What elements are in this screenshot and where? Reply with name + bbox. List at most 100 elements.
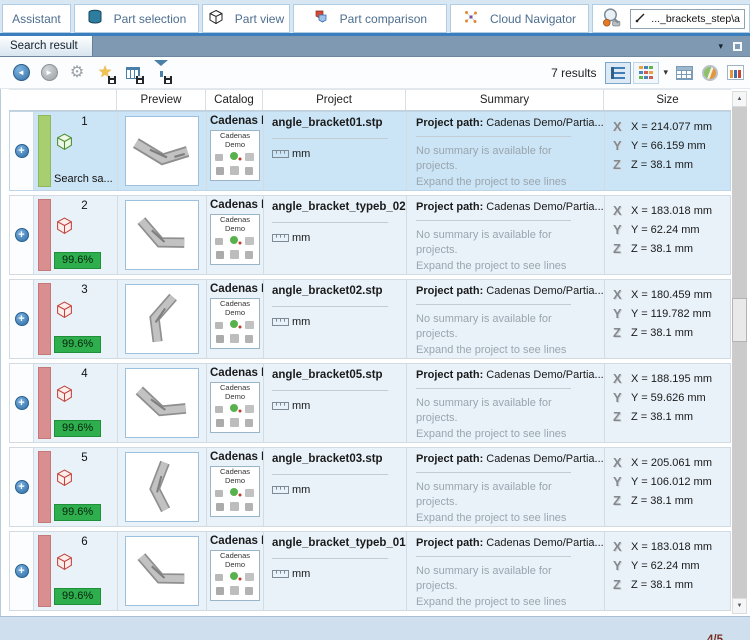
project-path-label: Project path: — [416, 537, 483, 549]
project-cell: angle_bracket01.stp mm — [264, 112, 407, 190]
catalog-parts-collage — [213, 234, 257, 262]
preview-cell — [118, 280, 207, 358]
back-arrow-icon: ◄ — [13, 64, 30, 81]
catalog-thumbnail[interactable]: Cadenas Demo — [210, 298, 260, 349]
catalog-thumbnail-label: Cadenas Demo — [215, 132, 255, 149]
geometric-search-icon — [601, 7, 622, 31]
divider — [416, 388, 571, 389]
view-options-dropdown-icon[interactable]: ▾ — [663, 67, 668, 78]
ruler-icon — [272, 234, 289, 242]
divider — [416, 556, 571, 557]
tab-part-selection[interactable]: Part selection — [74, 4, 199, 33]
header-size[interactable]: Size — [604, 90, 731, 110]
scrollbar-track[interactable] — [732, 107, 747, 598]
save-filter-button[interactable] — [150, 62, 172, 84]
scroll-up-button[interactable]: ▲ — [732, 91, 747, 107]
part-cube-icon — [56, 385, 115, 406]
header-preview[interactable]: Preview — [117, 90, 206, 110]
catalog-thumbnail[interactable]: Cadenas Demo — [210, 130, 260, 181]
list-view-button[interactable] — [605, 62, 631, 84]
catalog-thumbnail[interactable]: Cadenas Demo — [210, 382, 260, 433]
expand-row-button[interactable]: + — [15, 480, 29, 494]
catalog-cell: Cadenas D Cadenas Demo — [207, 112, 264, 190]
table-view-icon[interactable] — [676, 66, 693, 80]
save-favorite-button[interactable]: ★ — [94, 62, 116, 84]
save-overlay-icon — [164, 76, 172, 84]
match-percentage-badge: 99.6% — [54, 252, 101, 269]
axis-x-icon: X — [613, 204, 627, 217]
table-row[interactable]: + 5 99.6% — [9, 447, 731, 527]
part-preview-image[interactable] — [125, 284, 199, 354]
summary-note: Expand the project to see lines — [416, 595, 595, 610]
export-table-button[interactable] — [122, 62, 144, 84]
project-name: angle_bracket_typeb_02.stp — [272, 201, 398, 213]
part-preview-image[interactable] — [125, 368, 199, 438]
size-cell: XX = 214.077 mm YY = 66.159 mm ZZ = 38.1… — [605, 112, 730, 190]
tab-part-comparison[interactable]: Part comparison — [293, 4, 447, 33]
forward-button[interactable]: ► — [38, 62, 60, 84]
part-cube-icon — [56, 301, 115, 322]
tab-part-view[interactable]: Part view — [202, 4, 290, 33]
summary-note: Expand the project to see lines — [416, 427, 595, 442]
vertical-scrollbar[interactable]: ▲ ▼ — [732, 91, 747, 614]
project-cell: angle_bracket03.stp mm — [264, 448, 407, 526]
expand-row-button[interactable]: + — [15, 564, 29, 578]
tab-search-result[interactable]: Search result — [0, 36, 93, 56]
expand-row-button[interactable]: + — [15, 228, 29, 242]
table-row[interactable]: + 6 99.6% — [9, 531, 731, 611]
cube-icon — [208, 9, 224, 28]
catalog-thumbnail[interactable]: Cadenas Demo — [210, 214, 260, 265]
table-row[interactable]: + 2 99.6% — [9, 195, 731, 275]
gear-icon: ⚙ — [70, 65, 84, 81]
globe-icon[interactable] — [702, 65, 718, 81]
catalog-name: Cadenas D — [210, 367, 262, 379]
titlebar-controls: ▾ — [718, 36, 750, 56]
panel-menu-dropdown-icon[interactable]: ▾ — [718, 42, 723, 51]
table-row[interactable]: + 1 Search sa... — [9, 111, 731, 191]
catalog-thumbnail[interactable]: Cadenas Demo — [210, 466, 260, 517]
settings-button[interactable]: ⚙ — [66, 62, 88, 84]
back-button[interactable]: ◄ — [10, 62, 32, 84]
tab-assistant[interactable]: Assistant — [2, 4, 71, 33]
scroll-down-button[interactable]: ▼ — [732, 598, 747, 614]
search-query-combobox[interactable]: ..._brackets_step\a — [630, 9, 745, 29]
header-project[interactable]: Project — [263, 90, 406, 110]
tab-cloud-navigator[interactable]: Cloud Navigator — [450, 4, 590, 33]
part-preview-image[interactable] — [125, 452, 199, 522]
part-preview-image[interactable] — [125, 536, 199, 606]
scrollbar-thumb[interactable] — [732, 298, 747, 342]
preview-cell — [118, 448, 207, 526]
match-percentage-badge: 99.6% — [54, 588, 101, 605]
preview-cell — [118, 532, 207, 610]
row-index: 4 — [54, 367, 115, 380]
table-row[interactable]: + 4 99.6% — [9, 363, 731, 443]
divider — [272, 222, 388, 223]
table-row[interactable]: + 3 99.6% — [9, 279, 731, 359]
match-bar — [38, 199, 51, 271]
header-summary[interactable]: Summary — [406, 90, 604, 110]
size-z-value: Z = 38.1 mm — [631, 495, 693, 507]
float-window-icon[interactable] — [733, 42, 742, 51]
summary-note: No summary is available for projects. — [416, 312, 595, 343]
statistics-icon[interactable] — [727, 65, 744, 80]
expand-cell: + — [10, 280, 34, 358]
catalog-thumbnail[interactable]: Cadenas Demo — [210, 550, 260, 601]
axis-x-icon: X — [613, 120, 627, 133]
header-catalog[interactable]: Catalog — [206, 90, 263, 110]
project-cell: angle_bracket_typeb_01.stp mm — [264, 532, 407, 610]
project-path-value: Cadenas Demo/Partia... — [483, 453, 603, 465]
project-name: angle_bracket05.stp — [272, 369, 398, 381]
expand-row-button[interactable]: + — [15, 312, 29, 326]
thumbnail-view-button[interactable] — [633, 62, 659, 84]
project-cell: angle_bracket02.stp mm — [264, 280, 407, 358]
divider — [272, 558, 388, 559]
expand-row-button[interactable]: + — [15, 396, 29, 410]
match-cell: 3 99.6% — [34, 280, 118, 358]
summary-note: No summary is available for projects. — [416, 228, 595, 259]
size-cell: XX = 205.061 mm YY = 106.012 mm ZZ = 38.… — [605, 448, 730, 526]
part-preview-image[interactable] — [125, 116, 199, 186]
expand-row-button[interactable]: + — [15, 144, 29, 158]
project-path-label: Project path: — [416, 201, 483, 213]
match-bar — [38, 367, 51, 439]
part-preview-image[interactable] — [125, 200, 199, 270]
